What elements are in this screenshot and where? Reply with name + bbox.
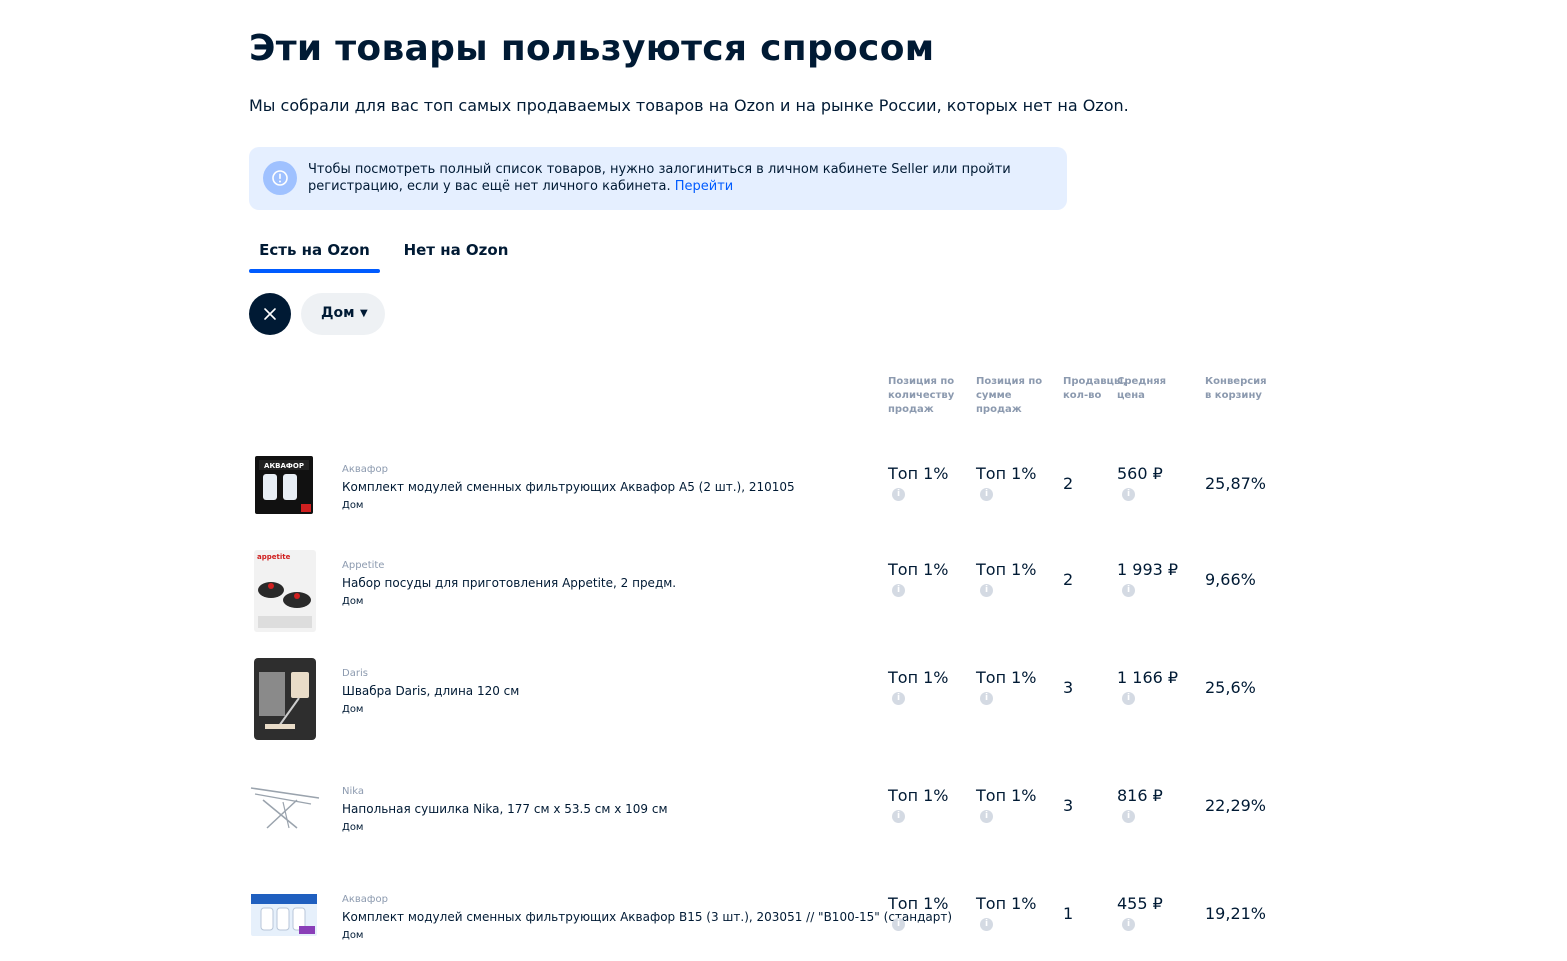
product-image[interactable]: АКВАФОР [249,454,321,538]
position-qty-value: Топ 1% [888,786,949,805]
avg-price-value: 560 ₽ [1117,464,1163,483]
column-header-avg-price: Средняя цена [1117,376,1167,401]
info-icon[interactable] [980,584,993,597]
column-header-sellers: Продавцы, кол-во [1063,376,1127,401]
notice-link[interactable]: Перейти [675,179,734,194]
info-icon[interactable] [1122,810,1135,823]
product-name[interactable]: Набор посуды для приготовления Appetite,… [342,576,676,590]
position-qty-value: Топ 1% [888,560,949,579]
position-qty-value: Топ 1% [888,464,949,483]
product-brand: Nika [342,786,365,797]
product-image[interactable]: appetite [249,550,321,634]
table-row[interactable]: Аквафор Комплект модулей сменных фильтру… [249,884,1289,961]
column-header-position-sum: Позиция по сумме продаж [976,376,1043,415]
close-icon [264,308,276,320]
avg-price-value: 455 ₽ [1117,894,1163,913]
svg-text:АКВАФОР: АКВАФОР [264,462,304,470]
info-icon[interactable] [892,918,905,931]
product-image[interactable] [249,884,321,961]
info-icon[interactable] [1122,584,1135,597]
page-subtitle: Мы собрали для вас топ самых продаваемых… [249,96,1129,115]
info-icon[interactable] [892,584,905,597]
conversion-value: 22,29% [1205,796,1267,815]
info-icon[interactable] [980,810,993,823]
category-filter-label: Дом [321,305,355,321]
product-name[interactable]: Напольная сушилка Nika, 177 см х 53.5 см… [342,802,668,816]
table-row[interactable]: appetite Appetite Набор посуды для приго… [249,550,1289,646]
conversion-value: 19,21% [1205,904,1267,923]
info-icon[interactable] [892,692,905,705]
exclamation-icon [263,161,297,195]
tab-not-on-ozon[interactable]: Нет на Ozon [396,232,516,273]
info-icon[interactable] [892,488,905,501]
sellers-count: 1 [1063,904,1074,923]
product-category: Дом [342,704,364,715]
sellers-count: 3 [1063,678,1074,697]
product-image[interactable] [249,658,321,742]
position-sum-value: Топ 1% [976,786,1037,805]
table-row[interactable]: АКВАФОР Аквафор Комплект модулей сменных… [249,454,1289,550]
svg-text:appetite: appetite [257,553,291,561]
info-icon[interactable] [1122,692,1135,705]
info-icon[interactable] [980,692,993,705]
product-brand: Daris [342,668,368,679]
chevron-down-icon: ▼ [360,308,368,319]
info-icon[interactable] [1122,488,1135,501]
conversion-value: 25,87% [1205,474,1267,493]
product-category: Дом [342,930,364,941]
notice-message: Чтобы посмотреть полный список товаров, … [308,162,1011,194]
avg-price-value: 816 ₽ [1117,786,1163,805]
column-header-position-qty: Позиция по количеству продаж [888,376,955,415]
table-row[interactable]: Daris Швабра Daris, длина 120 см Дом Топ… [249,658,1289,754]
product-category: Дом [342,596,364,607]
position-qty-value: Топ 1% [888,894,949,913]
avg-price-value: 1 166 ₽ [1117,668,1179,687]
table-row[interactable]: Nika Напольная сушилка Nika, 177 см х 53… [249,776,1289,872]
conversion-value: 9,66% [1205,570,1256,589]
info-icon[interactable] [980,488,993,501]
info-icon[interactable] [892,810,905,823]
product-image[interactable] [249,776,321,860]
conversion-value: 25,6% [1205,678,1256,697]
sellers-count: 2 [1063,474,1074,493]
product-name[interactable]: Комплект модулей сменных фильтрующих Акв… [342,910,952,924]
tab-on-ozon[interactable]: Есть на Ozon [249,232,380,273]
position-qty-value: Топ 1% [888,668,949,687]
product-brand: Appetite [342,560,385,571]
clear-filters-button[interactable] [249,293,291,335]
position-sum-value: Топ 1% [976,464,1037,483]
sellers-count: 2 [1063,570,1074,589]
product-category: Дом [342,500,364,511]
page-title: Эти товары пользуются спросом [249,28,935,69]
position-sum-value: Топ 1% [976,668,1037,687]
active-tab-indicator [249,269,380,273]
page: Эти товары пользуются спросом Мы собрали… [0,0,1567,961]
info-icon[interactable] [980,918,993,931]
position-sum-value: Топ 1% [976,560,1037,579]
product-brand: Аквафор [342,894,388,905]
sellers-count: 3 [1063,796,1074,815]
avg-price-value: 1 993 ₽ [1117,560,1179,579]
info-icon[interactable] [1122,918,1135,931]
position-sum-value: Топ 1% [976,894,1037,913]
product-brand: Аквафор [342,464,388,475]
product-name[interactable]: Швабра Daris, длина 120 см [342,684,519,698]
product-name[interactable]: Комплект модулей сменных фильтрующих Акв… [342,480,795,494]
category-filter-dropdown[interactable]: Дом ▼ [301,293,385,335]
column-header-conversion: Конверсия в корзину [1205,376,1267,401]
notice-text: Чтобы посмотреть полный список товаров, … [308,161,1028,195]
product-category: Дом [342,822,364,833]
login-notice: Чтобы посмотреть полный список товаров, … [249,147,1067,210]
